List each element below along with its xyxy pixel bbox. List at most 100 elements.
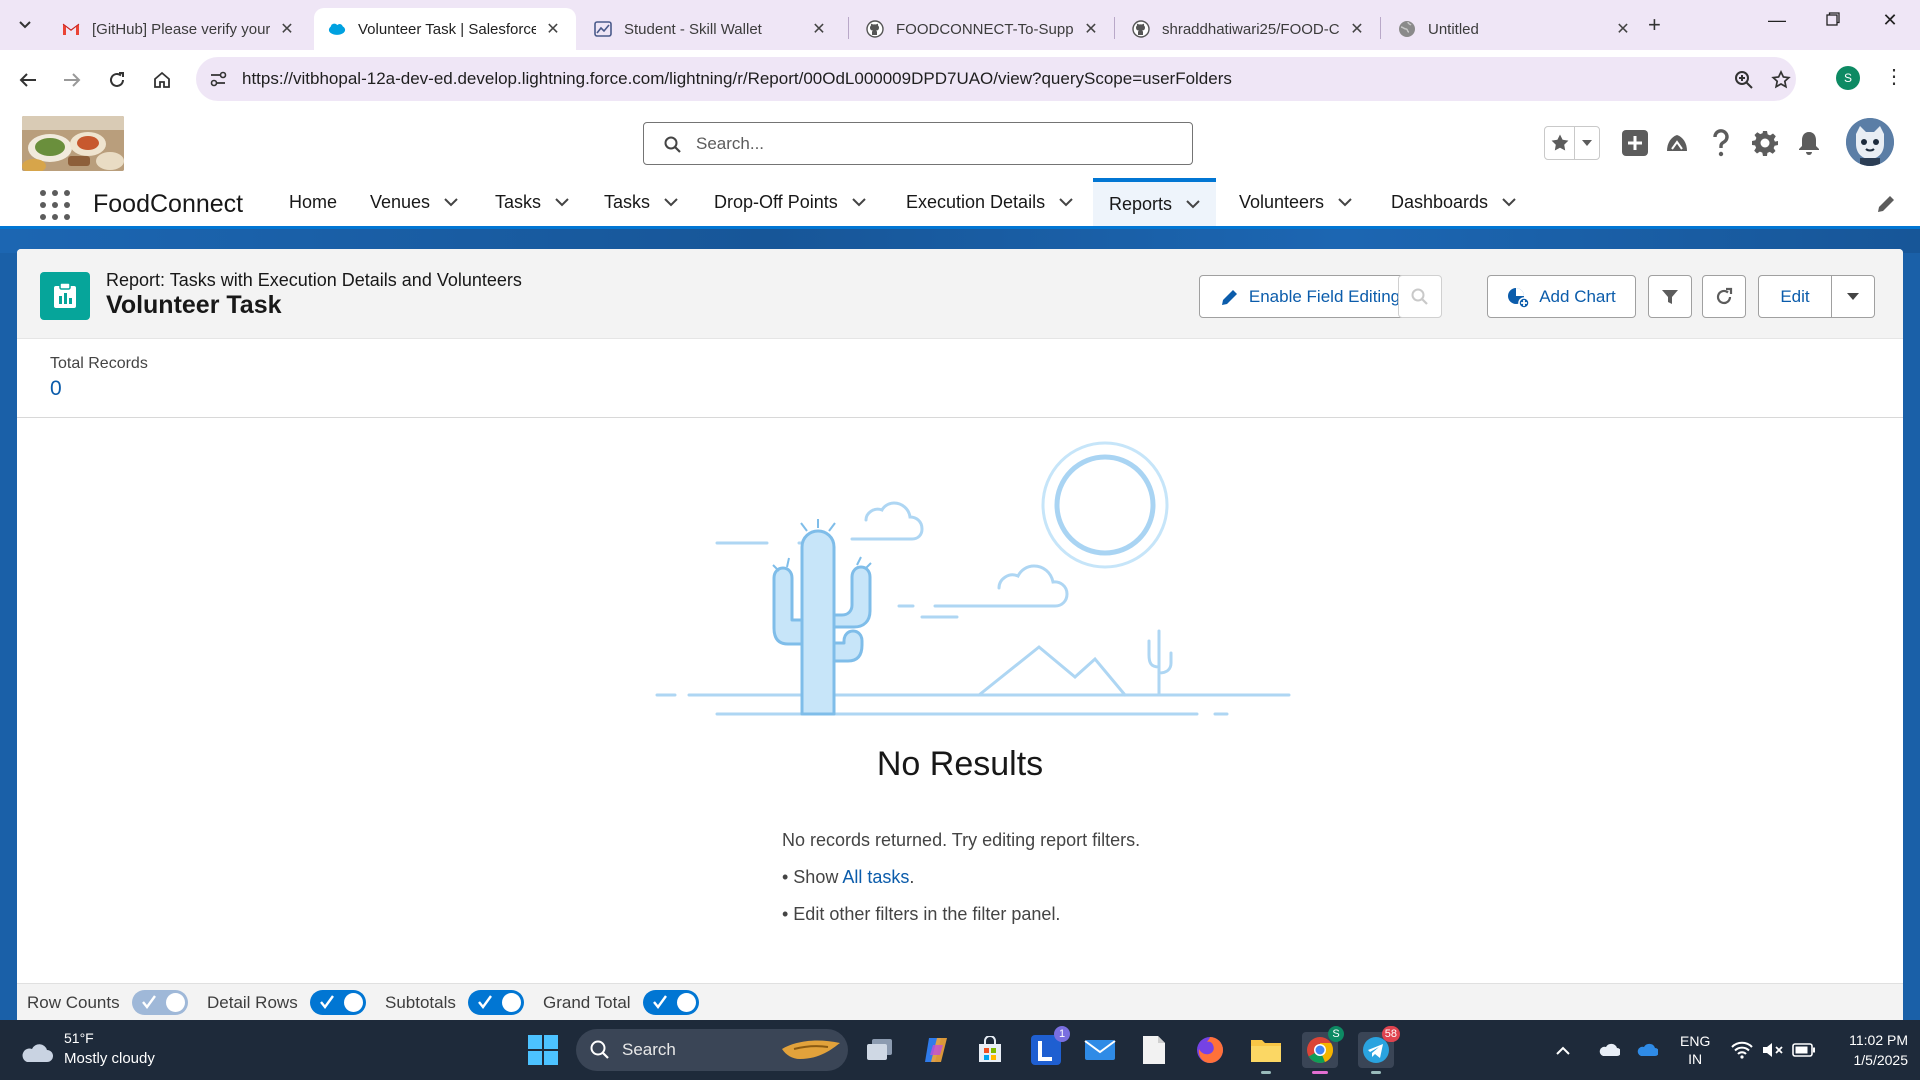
chevron-down-icon[interactable] <box>852 197 866 207</box>
zoom-icon[interactable] <box>1731 67 1757 93</box>
edit-button[interactable]: Edit <box>1759 276 1832 317</box>
toggle-switch[interactable] <box>642 990 699 1015</box>
address-bar[interactable]: https://vitbhopal-12a-dev-ed.develop.lig… <box>196 57 1796 101</box>
close-icon[interactable]: ✕ <box>544 19 562 39</box>
nav-item-home[interactable]: Home <box>289 178 337 226</box>
restore-icon[interactable] <box>1813 10 1853 31</box>
close-icon[interactable]: ✕ <box>278 19 296 39</box>
chevron-down-icon[interactable] <box>664 197 678 207</box>
nav-item-volunteers[interactable]: Volunteers <box>1239 178 1352 226</box>
user-avatar[interactable] <box>1846 118 1894 166</box>
browser-tab-untitled[interactable]: Untitled ✕ <box>1384 8 1646 50</box>
chevron-down-icon[interactable] <box>1338 197 1352 207</box>
chevron-down-icon[interactable] <box>1059 197 1073 207</box>
browser-tab-gmail[interactable]: [GitHub] Please verify your ✕ <box>48 8 310 50</box>
mail-icon[interactable] <box>1082 1032 1118 1068</box>
browser-tab-github-2[interactable]: shraddhatiwari25/FOOD-C ✕ <box>1118 8 1380 50</box>
window-close-icon[interactable]: ✕ <box>1870 10 1910 31</box>
wifi-icon[interactable] <box>1731 1020 1753 1080</box>
tab-search-button[interactable] <box>10 12 40 38</box>
new-tab-button[interactable]: + <box>1648 12 1661 38</box>
global-search[interactable] <box>643 122 1193 165</box>
close-icon[interactable]: ✕ <box>1614 19 1632 39</box>
nav-item-drop-off-points[interactable]: Drop-Off Points <box>714 178 866 226</box>
browser-tab-salesforce[interactable]: Volunteer Task | Salesforce ✕ <box>314 8 576 50</box>
favorites-button-group[interactable] <box>1544 126 1600 160</box>
trailhead-guidance-icon[interactable] <box>1660 126 1694 160</box>
total-records-value: 0 <box>50 377 62 400</box>
toggle-switch[interactable] <box>131 990 188 1015</box>
favorite-star-icon[interactable] <box>1545 127 1575 159</box>
windows-taskbar: 51°F Mostly cloudy Search 1 S 58 ENG IN … <box>0 1020 1920 1080</box>
search-report-button[interactable] <box>1398 275 1442 318</box>
task-view-icon[interactable] <box>862 1032 898 1068</box>
no-results-title: No Results <box>876 745 1044 783</box>
taskbar-search[interactable]: Search <box>576 1029 848 1071</box>
toggle-switch[interactable] <box>467 990 524 1015</box>
onedrive-blue-cloud-icon[interactable] <box>1636 1020 1658 1080</box>
profile-avatar[interactable]: S <box>1836 66 1860 90</box>
help-question-icon[interactable] <box>1704 126 1738 160</box>
chevron-down-icon[interactable] <box>555 197 569 207</box>
filter-button[interactable] <box>1648 275 1692 318</box>
copilot-icon[interactable] <box>918 1032 954 1068</box>
site-info-icon[interactable] <box>208 69 228 89</box>
org-logo[interactable] <box>22 116 124 171</box>
detail-rows-toggle[interactable]: Detail Rows <box>207 990 366 1015</box>
home-button[interactable] <box>146 64 178 96</box>
row-counts-toggle[interactable]: Row Counts <box>27 990 188 1015</box>
bookmark-star-icon[interactable] <box>1768 67 1794 93</box>
chevron-down-icon[interactable] <box>1186 199 1200 209</box>
windows-start-icon[interactable] <box>528 1035 558 1070</box>
chevron-down-icon[interactable] <box>1502 197 1516 207</box>
add-chart-button[interactable]: Add Chart <box>1487 275 1636 318</box>
file-explorer-icon[interactable] <box>1248 1032 1284 1074</box>
weather-cloud-moon-icon[interactable] <box>20 1034 56 1069</box>
nav-item-reports[interactable]: Reports <box>1093 178 1217 226</box>
show-hidden-icons-chevron-icon[interactable] <box>1556 1020 1570 1080</box>
grand-total-toggle[interactable]: Grand Total <box>543 990 699 1015</box>
edit-nav-pencil-icon[interactable] <box>1876 194 1896 219</box>
setup-gear-icon[interactable] <box>1748 126 1782 160</box>
global-actions-plus-icon[interactable] <box>1618 126 1652 160</box>
show-prefix: • Show <box>782 867 843 887</box>
minimize-icon[interactable]: — <box>1757 10 1797 31</box>
edit-more-actions-button[interactable] <box>1832 276 1874 317</box>
all-tasks-link[interactable]: All tasks <box>842 867 909 887</box>
chrome-icon[interactable]: S <box>1302 1026 1344 1074</box>
input-language-indicator[interactable]: ENG IN <box>1680 1020 1710 1080</box>
app-launcher-waffle-icon[interactable] <box>40 190 70 220</box>
browser-tab-github-1[interactable]: FOODCONNECT-To-Supply ✕ <box>852 8 1114 50</box>
onedrive-cloud-icon[interactable] <box>1598 1020 1620 1080</box>
subtotals-toggle[interactable]: Subtotals <box>385 990 524 1015</box>
nav-item-venues[interactable]: Venues <box>370 178 458 226</box>
battery-icon[interactable] <box>1792 1020 1816 1080</box>
volume-muted-icon[interactable] <box>1762 1020 1784 1080</box>
close-icon[interactable]: ✕ <box>1082 19 1100 39</box>
firefox-icon[interactable] <box>1192 1032 1228 1068</box>
notepad-file-icon[interactable] <box>1136 1032 1172 1068</box>
back-button[interactable] <box>12 64 44 96</box>
global-search-input[interactable] <box>696 131 1176 157</box>
forward-button[interactable] <box>56 64 88 96</box>
close-icon[interactable]: ✕ <box>810 19 828 39</box>
chevron-down-icon[interactable] <box>444 197 458 207</box>
nav-item-execution-details[interactable]: Execution Details <box>906 178 1073 226</box>
telegram-icon[interactable]: 58 <box>1358 1026 1400 1074</box>
toggle-switch[interactable] <box>309 990 366 1015</box>
favorites-list-chevron-icon[interactable] <box>1575 127 1599 159</box>
nav-item-dashboards[interactable]: Dashboards <box>1391 178 1516 226</box>
browser-tab-skillwallet[interactable]: Student - Skill Wallet ✕ <box>580 8 842 50</box>
nav-item-tasks[interactable]: Tasks <box>495 178 569 226</box>
more-menu-icon[interactable]: ⋮ <box>1884 64 1904 89</box>
nav-item-tasks-2[interactable]: Tasks <box>604 178 678 226</box>
notifications-bell-icon[interactable] <box>1792 126 1826 160</box>
system-clock[interactable]: 11:02 PM 1/5/2025 <box>1828 1030 1908 1070</box>
close-icon[interactable]: ✕ <box>1348 19 1366 39</box>
refresh-button[interactable] <box>1702 275 1746 318</box>
l-app-icon[interactable]: 1 <box>1028 1026 1070 1068</box>
report-header: Report: Tasks with Execution Details and… <box>17 249 1903 339</box>
enable-field-editing-button[interactable]: Enable Field Editing <box>1199 275 1422 318</box>
reload-button[interactable] <box>101 64 133 96</box>
microsoft-store-icon[interactable] <box>972 1032 1008 1068</box>
